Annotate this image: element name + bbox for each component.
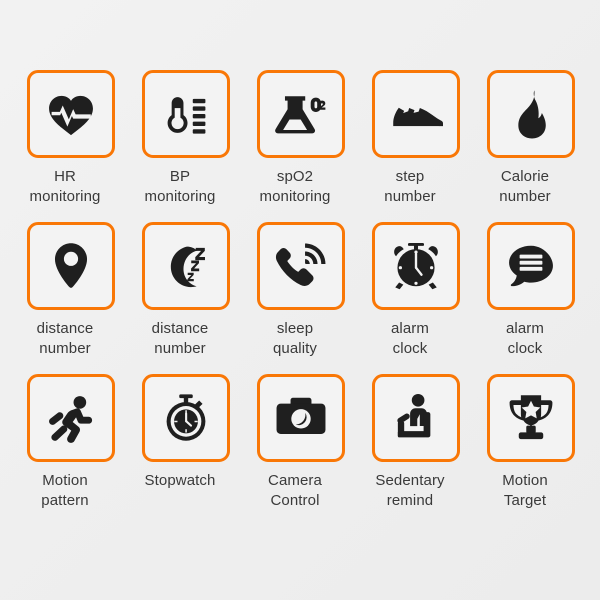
icon-tile[interactable] xyxy=(142,374,230,462)
feature-label: spO2 monitoring xyxy=(259,168,331,205)
feature-label: HR monitoring xyxy=(29,168,101,205)
alarm-clock-icon xyxy=(394,243,438,290)
feature-label: distance number xyxy=(36,320,94,357)
icon-tile[interactable] xyxy=(372,222,460,310)
feature-label: BP monitoring xyxy=(144,168,216,205)
sneaker-icon xyxy=(393,107,443,129)
feature-cell-step-number[interactable]: step number xyxy=(372,70,460,207)
feature-cell-sleep-quality[interactable]: sleep quality xyxy=(257,222,345,359)
icon-tile[interactable] xyxy=(257,222,345,310)
feature-cell-spo2-monitoring[interactable]: spO2 monitoring xyxy=(257,70,345,207)
feature-label: Sedentary remind xyxy=(375,472,445,509)
icon-tile[interactable] xyxy=(257,70,345,158)
moon-zzz-icon xyxy=(170,246,205,288)
icon-tile[interactable] xyxy=(27,222,115,310)
feature-cell-distance-number-1[interactable]: distance number xyxy=(27,222,115,359)
feature-label: alarm clock xyxy=(505,320,544,357)
feature-label: alarm clock xyxy=(390,320,429,357)
icon-tile[interactable] xyxy=(487,374,575,462)
message-bubble-icon xyxy=(509,245,553,287)
icon-tile[interactable] xyxy=(487,70,575,158)
stopwatch-icon xyxy=(166,394,206,441)
icon-tile[interactable] xyxy=(27,374,115,462)
heartbeat-icon xyxy=(49,95,93,136)
feature-cell-motion-target[interactable]: Motion Target xyxy=(487,374,575,511)
feature-label: distance number xyxy=(151,320,209,357)
camera-icon xyxy=(276,397,326,435)
feature-cell-bp-monitoring[interactable]: BP monitoring xyxy=(142,70,230,207)
phone-ringing-icon xyxy=(275,243,326,286)
icon-tile[interactable] xyxy=(142,222,230,310)
feature-cell-camera-control[interactable]: Camera Control xyxy=(257,374,345,511)
thermometer-icon xyxy=(167,97,206,134)
feature-label: sleep quality xyxy=(272,320,318,357)
feature-label: Motion Target xyxy=(502,472,548,509)
flask-o2-icon xyxy=(275,96,326,134)
trophy-star-icon xyxy=(509,395,553,440)
feature-grid: HR monitoring BP monitoring spO2 monitor… xyxy=(27,70,575,511)
feature-cell-sedentary-remind[interactable]: Sedentary remind xyxy=(372,374,460,511)
icon-tile[interactable] xyxy=(142,70,230,158)
feature-label: step number xyxy=(384,168,436,205)
feature-label: Motion pattern xyxy=(41,472,89,509)
icon-tile[interactable] xyxy=(257,374,345,462)
running-man-icon xyxy=(49,396,93,443)
feature-label: Stopwatch xyxy=(144,472,216,489)
feature-cell-stopwatch[interactable]: Stopwatch xyxy=(142,374,230,511)
sitting-person-icon xyxy=(397,393,431,438)
map-pin-icon xyxy=(54,243,88,288)
feature-cell-motion-pattern[interactable]: Motion pattern xyxy=(27,374,115,511)
feature-cell-hr-monitoring[interactable]: HR monitoring xyxy=(27,70,115,207)
feature-label: Calorie number xyxy=(499,168,551,205)
icon-tile[interactable] xyxy=(487,222,575,310)
icon-tile[interactable] xyxy=(27,70,115,158)
feature-cell-alarm-clock-1[interactable]: alarm clock xyxy=(372,222,460,359)
feature-label: Camera Control xyxy=(268,472,322,509)
icon-tile[interactable] xyxy=(372,70,460,158)
feature-cell-calorie-number[interactable]: Calorie number xyxy=(487,70,575,207)
feature-cell-alarm-clock-2[interactable]: alarm clock xyxy=(487,222,575,359)
feature-cell-distance-number-2[interactable]: distance number xyxy=(142,222,230,359)
icon-tile[interactable] xyxy=(372,374,460,462)
flame-icon xyxy=(518,90,546,139)
